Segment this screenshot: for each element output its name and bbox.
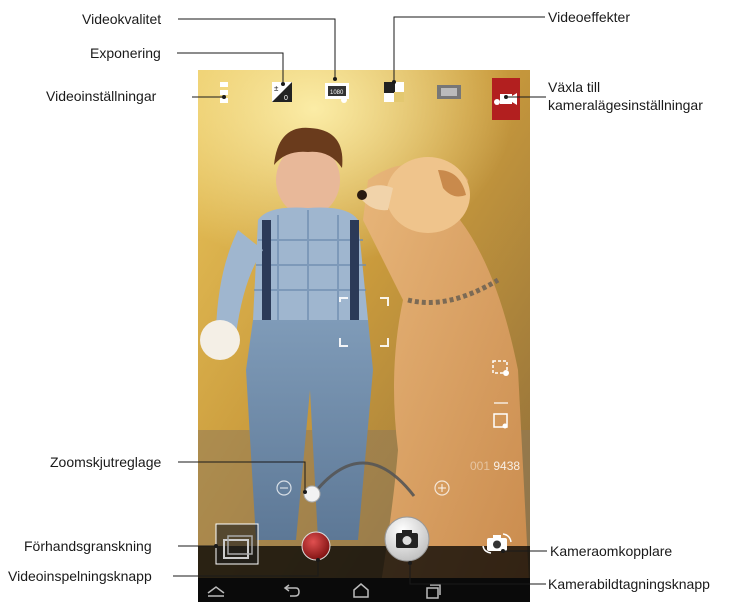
divider-icon bbox=[494, 392, 512, 404]
camera-viewfinder: ±0 1080 001 9438 bbox=[198, 70, 530, 602]
label-videokvalitet: Videokvalitet bbox=[82, 11, 162, 27]
label-kamerabildtagningsknapp: Kamerabildtagningsknapp bbox=[548, 576, 710, 592]
camera-mode-switch-icon[interactable] bbox=[492, 78, 520, 120]
zoom-slider[interactable] bbox=[268, 450, 458, 510]
back-icon[interactable] bbox=[282, 584, 300, 598]
film-icon[interactable] bbox=[436, 81, 462, 103]
label-vaxla-line1: Växla till bbox=[548, 79, 601, 95]
recent-apps-icon[interactable] bbox=[424, 583, 442, 599]
label-videoinstallningar: Videoinställningar bbox=[46, 88, 157, 104]
camera-switch-icon[interactable] bbox=[482, 532, 512, 554]
record-button[interactable] bbox=[301, 531, 331, 561]
svg-text:0: 0 bbox=[284, 95, 288, 102]
zoom-slider-knob[interactable] bbox=[303, 485, 321, 503]
video-settings-icon[interactable] bbox=[218, 81, 230, 103]
label-vaxla-line2: kameralägesinställningar bbox=[548, 97, 703, 113]
svg-text:±: ± bbox=[274, 84, 279, 93]
video-quality-icon[interactable]: 1080 bbox=[324, 81, 350, 103]
shot-counter-value: 9438 bbox=[493, 459, 521, 473]
exposure-icon[interactable]: ±0 bbox=[271, 81, 293, 103]
label-forhandsgranskning: Förhandsgranskning bbox=[24, 538, 152, 554]
capture-mode-icon[interactable] bbox=[492, 359, 510, 377]
label-kameraomkopplare: Kameraomkopplare bbox=[550, 543, 673, 559]
timer-icon[interactable] bbox=[492, 412, 510, 430]
label-videoinspelningsknapp: Videoinspelningsknapp bbox=[8, 568, 152, 584]
collapse-icon[interactable] bbox=[206, 584, 226, 598]
preview-thumbnail-icon[interactable] bbox=[214, 522, 260, 566]
camera-shutter-button[interactable] bbox=[384, 516, 430, 562]
video-effects-icon[interactable] bbox=[383, 81, 405, 103]
label-exponering: Exponering bbox=[90, 45, 161, 61]
label-zoomskjutreglage: Zoomskjutreglage bbox=[50, 454, 162, 470]
shot-counter-prefix: 001 bbox=[470, 459, 491, 473]
home-icon[interactable] bbox=[352, 582, 370, 598]
label-videoeffekter: Videoeffekter bbox=[548, 9, 630, 25]
svg-text:1080: 1080 bbox=[330, 90, 344, 96]
shot-counter: 001 9438 bbox=[470, 459, 520, 473]
